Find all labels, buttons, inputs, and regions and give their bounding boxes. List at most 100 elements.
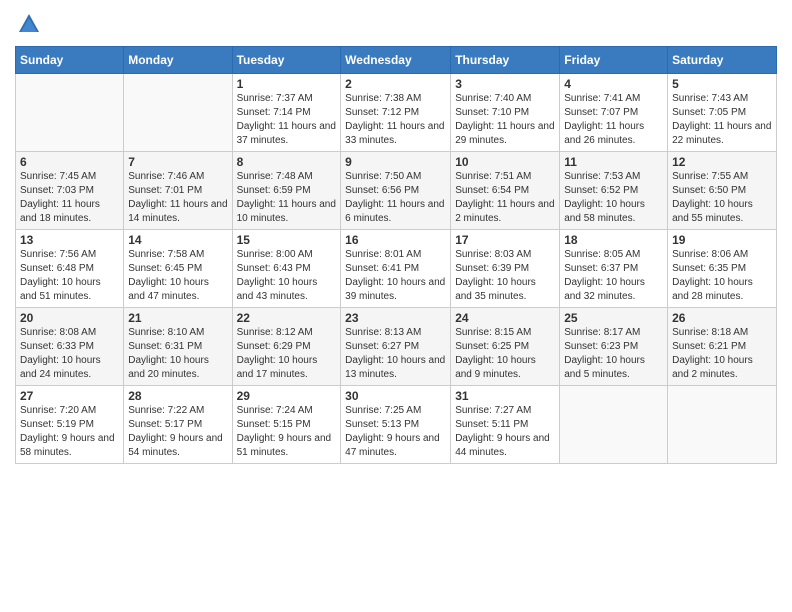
day-info: Sunrise: 7:43 AMSunset: 7:05 PMDaylight:… bbox=[672, 92, 772, 148]
day-number: 2 bbox=[345, 77, 446, 91]
day-info: Sunrise: 8:18 AMSunset: 6:21 PMDaylight:… bbox=[672, 326, 772, 382]
calendar-cell: 1Sunrise: 7:37 AMSunset: 7:14 PMDaylight… bbox=[232, 74, 341, 152]
day-number: 25 bbox=[564, 311, 663, 325]
calendar-day-header: Monday bbox=[124, 47, 232, 74]
calendar-table: SundayMondayTuesdayWednesdayThursdayFrid… bbox=[15, 46, 777, 464]
calendar-cell: 27Sunrise: 7:20 AMSunset: 5:19 PMDayligh… bbox=[16, 386, 124, 464]
day-info: Sunrise: 7:58 AMSunset: 6:45 PMDaylight:… bbox=[128, 248, 227, 304]
calendar-cell: 17Sunrise: 8:03 AMSunset: 6:39 PMDayligh… bbox=[451, 230, 560, 308]
calendar-cell: 16Sunrise: 8:01 AMSunset: 6:41 PMDayligh… bbox=[341, 230, 451, 308]
day-number: 13 bbox=[20, 233, 119, 247]
day-info: Sunrise: 7:38 AMSunset: 7:12 PMDaylight:… bbox=[345, 92, 446, 148]
day-info: Sunrise: 8:01 AMSunset: 6:41 PMDaylight:… bbox=[345, 248, 446, 304]
day-number: 30 bbox=[345, 389, 446, 403]
calendar-cell: 26Sunrise: 8:18 AMSunset: 6:21 PMDayligh… bbox=[668, 308, 777, 386]
calendar-cell: 22Sunrise: 8:12 AMSunset: 6:29 PMDayligh… bbox=[232, 308, 341, 386]
day-number: 7 bbox=[128, 155, 227, 169]
day-number: 28 bbox=[128, 389, 227, 403]
day-info: Sunrise: 7:55 AMSunset: 6:50 PMDaylight:… bbox=[672, 170, 772, 226]
day-info: Sunrise: 8:03 AMSunset: 6:39 PMDaylight:… bbox=[455, 248, 555, 304]
day-number: 19 bbox=[672, 233, 772, 247]
calendar-cell: 20Sunrise: 8:08 AMSunset: 6:33 PMDayligh… bbox=[16, 308, 124, 386]
calendar-week-row: 13Sunrise: 7:56 AMSunset: 6:48 PMDayligh… bbox=[16, 230, 777, 308]
day-info: Sunrise: 7:20 AMSunset: 5:19 PMDaylight:… bbox=[20, 404, 119, 460]
calendar-cell: 18Sunrise: 8:05 AMSunset: 6:37 PMDayligh… bbox=[560, 230, 668, 308]
day-number: 16 bbox=[345, 233, 446, 247]
day-number: 27 bbox=[20, 389, 119, 403]
calendar-cell: 29Sunrise: 7:24 AMSunset: 5:15 PMDayligh… bbox=[232, 386, 341, 464]
day-number: 1 bbox=[237, 77, 337, 91]
day-info: Sunrise: 8:06 AMSunset: 6:35 PMDaylight:… bbox=[672, 248, 772, 304]
day-info: Sunrise: 8:08 AMSunset: 6:33 PMDaylight:… bbox=[20, 326, 119, 382]
day-info: Sunrise: 7:37 AMSunset: 7:14 PMDaylight:… bbox=[237, 92, 337, 148]
day-info: Sunrise: 8:10 AMSunset: 6:31 PMDaylight:… bbox=[128, 326, 227, 382]
calendar-cell: 10Sunrise: 7:51 AMSunset: 6:54 PMDayligh… bbox=[451, 152, 560, 230]
calendar-cell: 4Sunrise: 7:41 AMSunset: 7:07 PMDaylight… bbox=[560, 74, 668, 152]
calendar-day-header: Thursday bbox=[451, 47, 560, 74]
calendar-cell: 15Sunrise: 8:00 AMSunset: 6:43 PMDayligh… bbox=[232, 230, 341, 308]
day-info: Sunrise: 7:25 AMSunset: 5:13 PMDaylight:… bbox=[345, 404, 446, 460]
calendar-day-header: Friday bbox=[560, 47, 668, 74]
day-number: 29 bbox=[237, 389, 337, 403]
day-number: 14 bbox=[128, 233, 227, 247]
day-number: 11 bbox=[564, 155, 663, 169]
calendar-cell: 31Sunrise: 7:27 AMSunset: 5:11 PMDayligh… bbox=[451, 386, 560, 464]
day-info: Sunrise: 7:46 AMSunset: 7:01 PMDaylight:… bbox=[128, 170, 227, 226]
calendar-cell: 8Sunrise: 7:48 AMSunset: 6:59 PMDaylight… bbox=[232, 152, 341, 230]
day-info: Sunrise: 7:24 AMSunset: 5:15 PMDaylight:… bbox=[237, 404, 337, 460]
header bbox=[15, 10, 777, 38]
calendar-cell: 12Sunrise: 7:55 AMSunset: 6:50 PMDayligh… bbox=[668, 152, 777, 230]
day-info: Sunrise: 8:17 AMSunset: 6:23 PMDaylight:… bbox=[564, 326, 663, 382]
calendar-cell: 5Sunrise: 7:43 AMSunset: 7:05 PMDaylight… bbox=[668, 74, 777, 152]
calendar-cell bbox=[124, 74, 232, 152]
day-info: Sunrise: 7:22 AMSunset: 5:17 PMDaylight:… bbox=[128, 404, 227, 460]
logo-icon bbox=[15, 10, 43, 38]
day-info: Sunrise: 7:51 AMSunset: 6:54 PMDaylight:… bbox=[455, 170, 555, 226]
calendar-week-row: 20Sunrise: 8:08 AMSunset: 6:33 PMDayligh… bbox=[16, 308, 777, 386]
day-number: 21 bbox=[128, 311, 227, 325]
calendar-cell bbox=[668, 386, 777, 464]
day-info: Sunrise: 7:50 AMSunset: 6:56 PMDaylight:… bbox=[345, 170, 446, 226]
day-info: Sunrise: 7:56 AMSunset: 6:48 PMDaylight:… bbox=[20, 248, 119, 304]
calendar-day-header: Tuesday bbox=[232, 47, 341, 74]
calendar-day-header: Sunday bbox=[16, 47, 124, 74]
day-info: Sunrise: 7:48 AMSunset: 6:59 PMDaylight:… bbox=[237, 170, 337, 226]
calendar-cell: 25Sunrise: 8:17 AMSunset: 6:23 PMDayligh… bbox=[560, 308, 668, 386]
day-number: 23 bbox=[345, 311, 446, 325]
day-info: Sunrise: 7:40 AMSunset: 7:10 PMDaylight:… bbox=[455, 92, 555, 148]
day-info: Sunrise: 7:41 AMSunset: 7:07 PMDaylight:… bbox=[564, 92, 663, 148]
calendar-week-row: 1Sunrise: 7:37 AMSunset: 7:14 PMDaylight… bbox=[16, 74, 777, 152]
day-info: Sunrise: 7:27 AMSunset: 5:11 PMDaylight:… bbox=[455, 404, 555, 460]
day-number: 10 bbox=[455, 155, 555, 169]
calendar-cell: 7Sunrise: 7:46 AMSunset: 7:01 PMDaylight… bbox=[124, 152, 232, 230]
calendar-cell: 19Sunrise: 8:06 AMSunset: 6:35 PMDayligh… bbox=[668, 230, 777, 308]
calendar-cell: 21Sunrise: 8:10 AMSunset: 6:31 PMDayligh… bbox=[124, 308, 232, 386]
calendar-cell: 23Sunrise: 8:13 AMSunset: 6:27 PMDayligh… bbox=[341, 308, 451, 386]
calendar-cell: 13Sunrise: 7:56 AMSunset: 6:48 PMDayligh… bbox=[16, 230, 124, 308]
day-number: 5 bbox=[672, 77, 772, 91]
calendar-cell: 30Sunrise: 7:25 AMSunset: 5:13 PMDayligh… bbox=[341, 386, 451, 464]
calendar-cell: 2Sunrise: 7:38 AMSunset: 7:12 PMDaylight… bbox=[341, 74, 451, 152]
day-info: Sunrise: 8:00 AMSunset: 6:43 PMDaylight:… bbox=[237, 248, 337, 304]
calendar-week-row: 27Sunrise: 7:20 AMSunset: 5:19 PMDayligh… bbox=[16, 386, 777, 464]
calendar-cell: 6Sunrise: 7:45 AMSunset: 7:03 PMDaylight… bbox=[16, 152, 124, 230]
calendar-cell bbox=[560, 386, 668, 464]
day-number: 17 bbox=[455, 233, 555, 247]
day-number: 26 bbox=[672, 311, 772, 325]
calendar-week-row: 6Sunrise: 7:45 AMSunset: 7:03 PMDaylight… bbox=[16, 152, 777, 230]
calendar-cell: 3Sunrise: 7:40 AMSunset: 7:10 PMDaylight… bbox=[451, 74, 560, 152]
page: SundayMondayTuesdayWednesdayThursdayFrid… bbox=[0, 0, 792, 479]
day-number: 8 bbox=[237, 155, 337, 169]
day-number: 31 bbox=[455, 389, 555, 403]
day-info: Sunrise: 8:12 AMSunset: 6:29 PMDaylight:… bbox=[237, 326, 337, 382]
day-info: Sunrise: 8:05 AMSunset: 6:37 PMDaylight:… bbox=[564, 248, 663, 304]
calendar-cell bbox=[16, 74, 124, 152]
day-number: 12 bbox=[672, 155, 772, 169]
day-number: 3 bbox=[455, 77, 555, 91]
day-info: Sunrise: 7:45 AMSunset: 7:03 PMDaylight:… bbox=[20, 170, 119, 226]
calendar-cell: 14Sunrise: 7:58 AMSunset: 6:45 PMDayligh… bbox=[124, 230, 232, 308]
day-number: 24 bbox=[455, 311, 555, 325]
calendar-cell: 9Sunrise: 7:50 AMSunset: 6:56 PMDaylight… bbox=[341, 152, 451, 230]
logo bbox=[15, 10, 47, 38]
day-number: 15 bbox=[237, 233, 337, 247]
